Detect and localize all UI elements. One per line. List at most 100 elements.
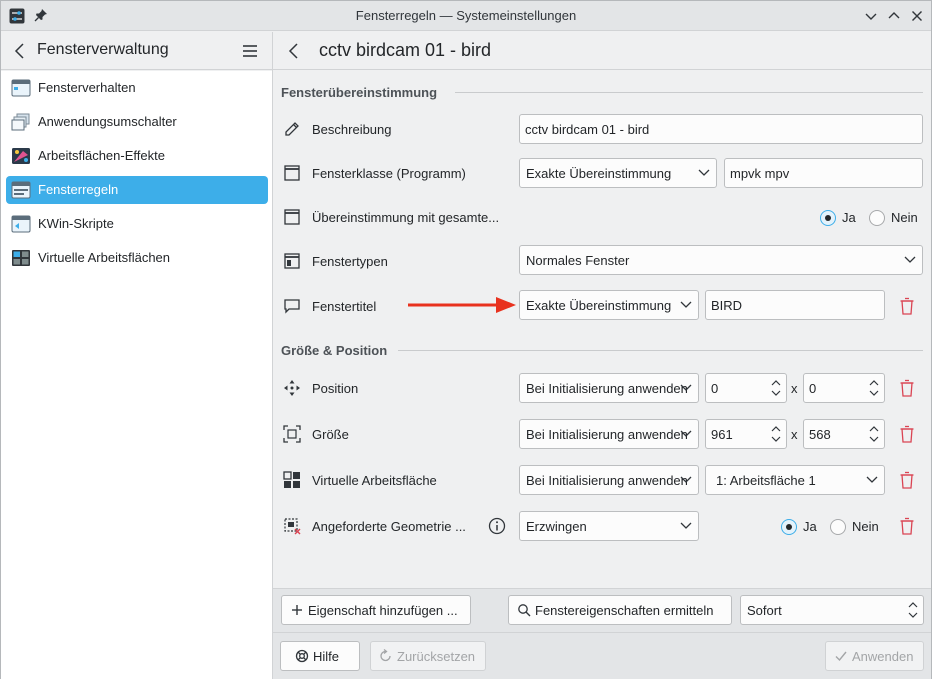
close-button[interactable]	[909, 8, 925, 24]
position-label: Position	[312, 381, 359, 396]
geometry-no-radio[interactable]	[830, 519, 846, 535]
button-label: Eigenschaft hinzufügen ...	[308, 603, 458, 618]
back-arrow-icon[interactable]	[11, 42, 29, 60]
sidebar-item-task-switcher[interactable]: Anwendungsumschalter	[6, 108, 268, 136]
select-value: Bei Initialisierung anwenden	[526, 427, 688, 442]
red-arrow-icon	[408, 297, 516, 313]
delete-icon[interactable]	[899, 425, 915, 443]
button-label: Anwenden	[852, 649, 914, 664]
geometry-policy-select[interactable]: Erzwingen	[519, 511, 699, 541]
sidebar-item-window-rules[interactable]: Fensterregeln	[6, 176, 268, 204]
rule-editor: Fensterübereinstimmung Beschreibung cctv…	[273, 71, 931, 587]
window-class-match-select[interactable]: Exakte Übereinstimmung	[519, 158, 717, 188]
maximize-button[interactable]	[886, 8, 902, 24]
position-policy-select[interactable]: Bei Initialisierung anwenden	[519, 373, 699, 403]
spin-value: 0	[711, 381, 719, 396]
dialog-button-bar: Hilfe Zurücksetzen Anwenden	[273, 632, 931, 679]
sidebar-item-label: Arbeitsflächen-Effekte	[38, 148, 165, 163]
select-value: 1: Arbeitsfläche 1	[716, 473, 816, 488]
section-title-match: Fensterübereinstimmung	[281, 85, 438, 100]
chevron-down-icon	[680, 301, 692, 308]
delete-icon[interactable]	[899, 517, 915, 535]
reset-button[interactable]: Zurücksetzen	[370, 641, 486, 671]
category-header: Fensterverwaltung	[1, 32, 272, 70]
sidebar-item-virtual-desktops[interactable]: Virtuelle Arbeitsflächen	[6, 244, 268, 272]
window-types-label: Fenstertypen	[312, 254, 388, 269]
size-width-spinbox[interactable]: 961	[705, 419, 787, 449]
radio-label: Ja	[803, 519, 817, 534]
select-value: Exakte Übereinstimmung	[526, 166, 672, 181]
window-icon	[284, 209, 300, 225]
pencil-icon	[285, 122, 299, 136]
sidebar-item-label: KWin-Skripte	[38, 216, 114, 231]
position-y-spinbox[interactable]: 0	[803, 373, 885, 403]
spin-arrows-icon[interactable]	[868, 378, 880, 398]
hamburger-menu-icon[interactable]	[241, 42, 259, 60]
sidebar-item-label: Anwendungsumschalter	[38, 114, 177, 129]
size-policy-select[interactable]: Bei Initialisierung anwenden	[519, 419, 699, 449]
move-icon	[284, 380, 300, 396]
geometry-yes-radio[interactable]	[781, 519, 797, 535]
spin-arrows-icon[interactable]	[770, 378, 782, 398]
whole-class-label: Übereinstimmung mit gesamte...	[312, 210, 500, 225]
window-behavior-icon	[11, 79, 31, 97]
kwin-scripts-icon	[11, 215, 31, 233]
resize-icon	[283, 425, 301, 443]
window-title-label: Fenstertitel	[312, 299, 377, 314]
times-sign: x	[791, 427, 798, 442]
section-divider	[455, 92, 923, 93]
select-value: Normales Fenster	[526, 253, 630, 268]
category-title: Fensterverwaltung	[37, 41, 169, 58]
apply-button[interactable]: Anwenden	[825, 641, 924, 671]
add-property-button[interactable]: Eigenschaft hinzufügen ...	[281, 595, 471, 625]
window-class-input[interactable]: mpvk mpv	[724, 158, 923, 188]
info-icon[interactable]	[488, 517, 506, 535]
size-height-spinbox[interactable]: 568	[803, 419, 885, 449]
sidebar-item-desktop-effects[interactable]: Arbeitsflächen-Effekte	[6, 142, 268, 170]
minimize-button[interactable]	[863, 8, 879, 24]
title-bar: Fensterregeln — Systemeinstellungen	[1, 1, 931, 31]
times-sign: x	[791, 381, 798, 396]
window-types-select[interactable]: Normales Fenster	[519, 245, 923, 275]
description-label: Beschreibung	[312, 122, 392, 137]
chevron-down-icon	[680, 476, 692, 483]
geometry-label: Angeforderte Geometrie ...	[312, 519, 466, 534]
delete-icon[interactable]	[899, 379, 915, 397]
select-value: Bei Initialisierung anwenden	[526, 473, 688, 488]
checkmark-icon	[835, 651, 847, 662]
window-title-input[interactable]: BIRD	[705, 290, 885, 320]
spin-arrows-icon[interactable]	[770, 424, 782, 444]
whole-class-yes-radio[interactable]	[820, 210, 836, 226]
delete-icon[interactable]	[899, 297, 915, 315]
back-arrow-icon[interactable]	[285, 42, 303, 60]
position-x-spinbox[interactable]: 0	[705, 373, 787, 403]
select-value: Erzwingen	[526, 519, 587, 534]
select-value: Exakte Übereinstimmung	[526, 298, 672, 313]
spin-arrows-icon[interactable]	[868, 424, 880, 444]
settings-window: Fensterregeln — Systemeinstellungen Fens…	[0, 0, 932, 679]
description-input[interactable]: cctv birdcam 01 - bird	[519, 114, 923, 144]
whole-class-no-radio[interactable]	[869, 210, 885, 226]
help-button[interactable]: Hilfe	[280, 641, 360, 671]
speech-bubble-icon	[284, 299, 300, 314]
detect-delay-select[interactable]: Sofort	[740, 595, 924, 625]
detect-properties-button[interactable]: Fenstereigenschaften ermitteln	[508, 595, 732, 625]
window-icon	[284, 165, 300, 181]
window-title-match-select[interactable]: Exakte Übereinstimmung	[519, 290, 699, 320]
rule-toolbar: Eigenschaft hinzufügen ... Fenstereigens…	[273, 588, 931, 632]
spin-value: 568	[809, 427, 831, 442]
sidebar-item-window-behavior[interactable]: Fensterverhalten	[6, 74, 268, 102]
delete-icon[interactable]	[899, 471, 915, 489]
page-header: cctv birdcam 01 - bird	[273, 32, 931, 70]
button-label: Fenstereigenschaften ermitteln	[535, 603, 714, 618]
virtual-desktop-label: Virtuelle Arbeitsfläche	[312, 473, 437, 488]
desktop-value-select[interactable]: 1: Arbeitsfläche 1	[705, 465, 885, 495]
desktop-effects-icon	[12, 148, 30, 164]
chevron-down-icon	[866, 476, 878, 483]
radio-label: Nein	[852, 519, 879, 534]
desktop-policy-select[interactable]: Bei Initialisierung anwenden	[519, 465, 699, 495]
select-value: Bei Initialisierung anwenden	[526, 381, 688, 396]
window-title: Fensterregeln — Systemeinstellungen	[355, 8, 577, 23]
sidebar-item-kwin-scripts[interactable]: KWin-Skripte	[6, 210, 268, 238]
geometry-icon	[284, 518, 301, 535]
